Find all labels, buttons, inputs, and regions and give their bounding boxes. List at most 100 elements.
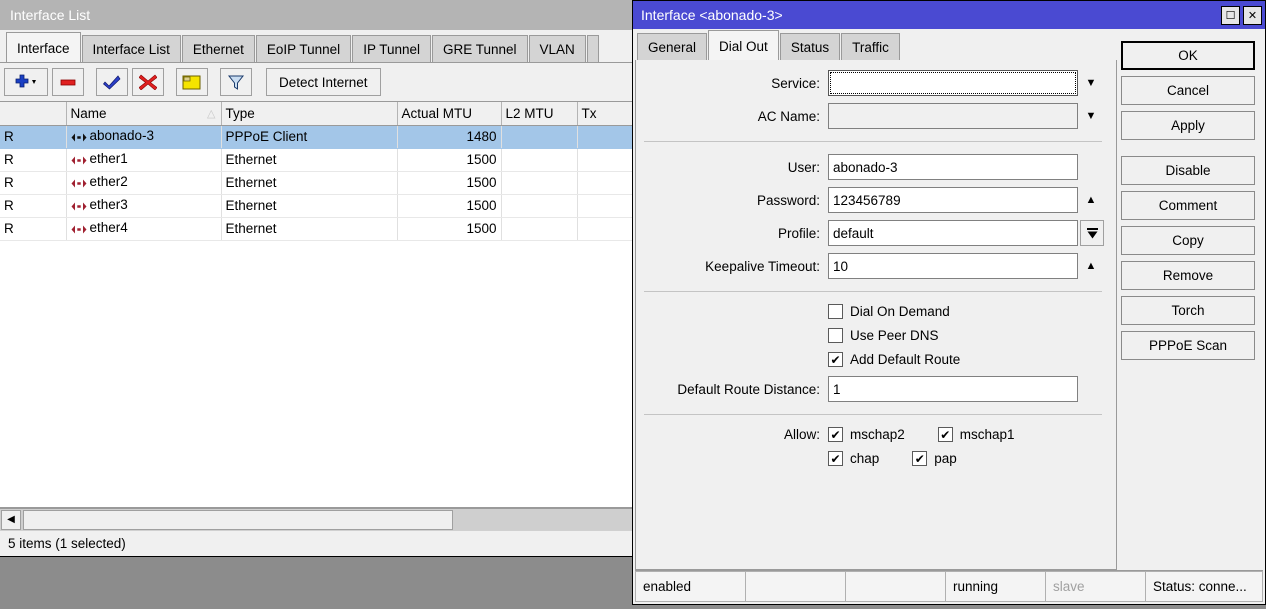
tab-eoip-tunnel[interactable]: EoIP Tunnel [256,35,351,63]
tab-ethernet[interactable]: Ethernet [182,35,255,63]
sort-ascending-icon: △ [207,107,215,120]
col-type[interactable]: Type [221,102,397,125]
ok-label: OK [1178,48,1198,63]
tab-interface-list[interactable]: Interface List [82,35,181,63]
ac-name-dropdown-icon[interactable]: ▼ [1078,103,1104,129]
user-input[interactable]: abonado-3 [828,154,1078,180]
col-name-label: Name [71,106,107,121]
close-icon[interactable]: ✕ [1243,6,1262,25]
disable-button[interactable] [132,68,164,96]
row-l2-mtu [501,148,577,171]
tab-gre-tunnel[interactable]: GRE Tunnel [432,35,528,63]
comment-button[interactable] [176,68,208,96]
tab-overflow[interactable] [587,35,599,63]
profile-input[interactable]: default [828,220,1078,246]
cancel-button[interactable]: Cancel [1121,76,1255,105]
interface-table: Name △ Type Actual MTU L2 MTU Tx R abona… [0,102,632,241]
password-input[interactable]: 123456789 [828,187,1078,213]
col-l2-mtu[interactable]: L2 MTU [501,102,577,125]
tab-ip-tunnel-label: IP Tunnel [363,42,420,57]
horizontal-scrollbar[interactable]: ◀ [0,508,632,530]
allow-mschap1-checkbox[interactable]: ✔ [938,427,953,442]
cross-icon [139,74,157,90]
tab-interface[interactable]: Interface [6,32,81,63]
table-row[interactable]: R ether4 Ethernet 1500 [0,217,632,240]
ac-name-input[interactable] [828,103,1078,129]
row-name-text: ether2 [90,174,128,189]
divider-3 [644,414,1102,415]
table-row[interactable]: R ether1 Ethernet 1500 [0,148,632,171]
note-icon [182,74,202,91]
apply-button[interactable]: Apply [1121,111,1255,140]
row-name-text: ether1 [90,151,128,166]
detect-internet-button[interactable]: Detect Internet [266,68,381,96]
row-tx [577,148,632,171]
allow-pap-checkbox[interactable]: ✔ [912,451,927,466]
tab-ip-tunnel[interactable]: IP Tunnel [352,35,431,63]
interface-list-statusbar: 5 items (1 selected) [0,530,632,556]
service-input[interactable] [828,70,1078,96]
dialog-statusbar: enabled running slave Status: conne... [635,570,1263,602]
table-row[interactable]: R ether3 Ethernet 1500 [0,194,632,217]
interface-arrows-icon [71,222,87,237]
table-row[interactable]: R abonado-3 PPPoE Client 1480 [0,125,632,148]
default-route-distance-input[interactable]: 1 [828,376,1078,402]
torch-button[interactable]: Torch [1121,296,1255,325]
remove-button[interactable]: Remove [1121,261,1255,290]
table-row[interactable]: R ether2 Ethernet 1500 [0,171,632,194]
dialog-left-pane: General Dial Out Status Traffic Service:… [633,29,1117,570]
add-default-route-checkbox[interactable]: ✔ [828,352,843,367]
row-actual-mtu: 1500 [397,194,501,217]
col-tx[interactable]: Tx [577,102,632,125]
use-peer-dns-checkbox[interactable] [828,328,843,343]
tab-dial-out[interactable]: Dial Out [708,30,779,60]
col-flags[interactable] [0,102,66,125]
interface-table-container: Name △ Type Actual MTU L2 MTU Tx R abona… [0,101,632,508]
dial-on-demand-checkbox[interactable] [828,304,843,319]
service-dropdown-icon[interactable]: ▼ [1078,70,1104,96]
scrollbar-thumb[interactable] [23,510,453,530]
copy-button[interactable]: Copy [1121,226,1255,255]
tab-vlan[interactable]: VLAN [529,35,586,63]
allow-mschap2-checkbox[interactable]: ✔ [828,427,843,442]
keepalive-row: Keepalive Timeout: 10 ▲ [642,253,1104,279]
row-l2-mtu [501,217,577,240]
cancel-label: Cancel [1167,83,1209,98]
enable-button[interactable] [96,68,128,96]
row-name-text: ether4 [90,220,128,235]
allow-row-1: Allow: ✔ mschap2 ✔ mschap1 [642,427,1104,442]
allow-chap-checkbox[interactable]: ✔ [828,451,843,466]
user-label: User: [642,160,828,175]
status-slave: slave [1045,571,1145,602]
keepalive-input[interactable]: 10 [828,253,1078,279]
tab-status[interactable]: Status [780,33,840,60]
profile-label: Profile: [642,226,828,241]
profile-dropdown-icon[interactable] [1080,220,1104,246]
pppoe-scan-button[interactable]: PPPoE Scan [1121,331,1255,360]
maximize-icon[interactable]: ☐ [1221,6,1240,25]
dialog-titlebar[interactable]: Interface <abonado-3> ☐ ✕ [633,1,1265,29]
add-button[interactable] [4,68,48,96]
dial-on-demand-row: Dial On Demand [642,304,1104,319]
divider-2 [644,291,1102,292]
tab-traffic[interactable]: Traffic [841,33,900,60]
row-flag: R [0,148,66,171]
tab-general[interactable]: General [637,33,707,60]
torch-label: Torch [1171,303,1204,318]
password-expand-icon[interactable]: ▲ [1078,187,1104,213]
filter-button[interactable] [220,68,252,96]
item-count-label: 5 items (1 selected) [8,536,126,551]
disable-button[interactable]: Disable [1121,156,1255,185]
comment-button[interactable]: Comment [1121,191,1255,220]
allow-chap-label: chap [850,451,879,466]
use-peer-dns-label: Use Peer DNS [850,328,939,343]
ok-button[interactable]: OK [1121,41,1255,70]
keepalive-expand-icon[interactable]: ▲ [1078,253,1104,279]
col-name[interactable]: Name △ [66,102,221,125]
interface-list-titlebar[interactable]: Interface List [0,0,632,30]
col-actual-mtu[interactable]: Actual MTU [397,102,501,125]
interface-list-tabbar: Interface Interface List Ethernet EoIP T… [0,30,632,63]
scroll-left-arrow-icon[interactable]: ◀ [1,510,21,530]
funnel-icon [227,74,245,91]
remove-button[interactable] [52,68,84,96]
